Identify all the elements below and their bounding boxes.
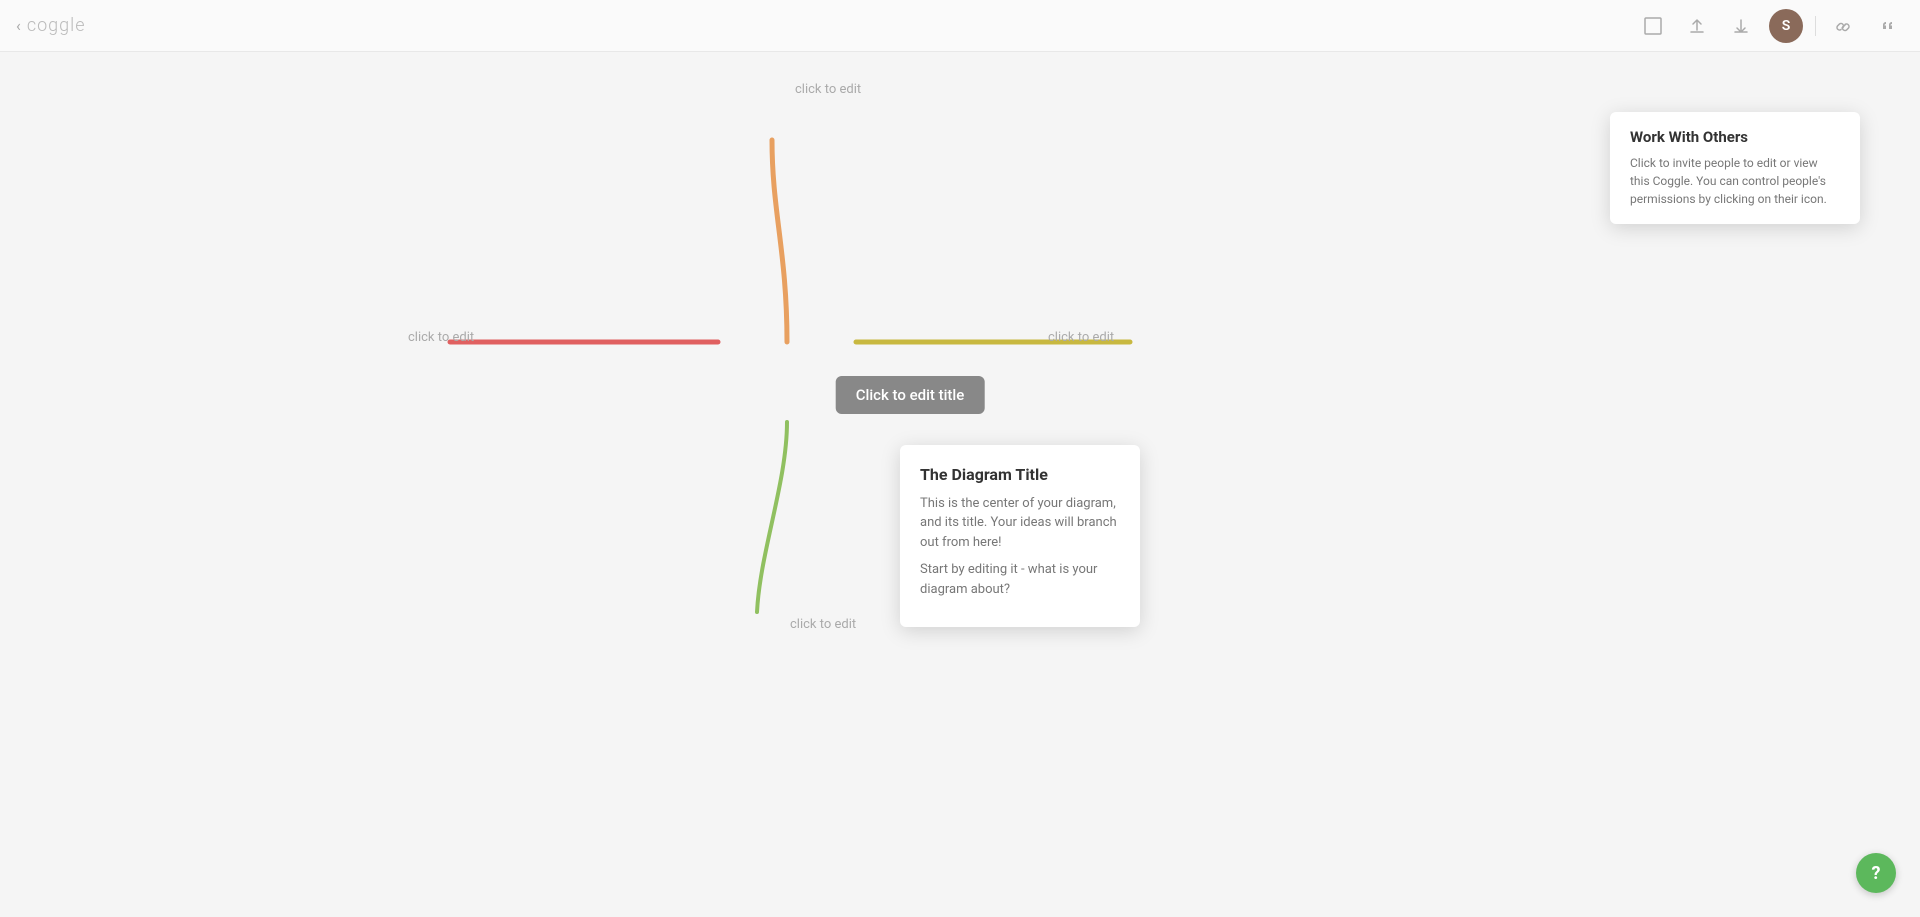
canvas: click to edit click to edit click to edi… xyxy=(0,52,1920,917)
branch-top-label[interactable]: click to edit xyxy=(795,82,861,97)
toolbar-separator xyxy=(1815,16,1816,36)
collaborate-title: Work With Others xyxy=(1630,128,1840,146)
upload-button[interactable] xyxy=(1681,10,1713,42)
branch-right-label[interactable]: click to edit xyxy=(1048,330,1114,345)
collaborate-description: Click to invite people to edit or view t… xyxy=(1630,154,1840,208)
tooltip-para2: Start by editing it - what is your diagr… xyxy=(920,560,1120,599)
toolbar-right: S xyxy=(1637,9,1904,43)
back-icon: ‹ xyxy=(16,16,21,35)
user-avatar[interactable]: S xyxy=(1769,9,1803,43)
link-button[interactable] xyxy=(1828,10,1860,42)
toolbar: ‹ coggle S xyxy=(0,0,1920,52)
collaborate-popup: Work With Others Click to invite people … xyxy=(1610,112,1860,224)
diagram-tooltip: The Diagram Title This is the center of … xyxy=(900,445,1140,628)
back-button[interactable]: ‹ coggle xyxy=(16,15,86,36)
fullscreen-button[interactable] xyxy=(1637,10,1669,42)
logo: coggle xyxy=(27,15,86,36)
tooltip-para1: This is the center of your diagram, and … xyxy=(920,494,1120,553)
center-node[interactable]: Click to edit title xyxy=(836,376,985,414)
help-button[interactable]: ? xyxy=(1856,853,1896,893)
download-button[interactable] xyxy=(1725,10,1757,42)
tooltip-title: The Diagram Title xyxy=(920,465,1120,484)
branch-left-label[interactable]: click to edit xyxy=(408,330,474,345)
quote-button[interactable] xyxy=(1872,10,1904,42)
branch-bottom-label[interactable]: click to edit xyxy=(790,617,856,632)
